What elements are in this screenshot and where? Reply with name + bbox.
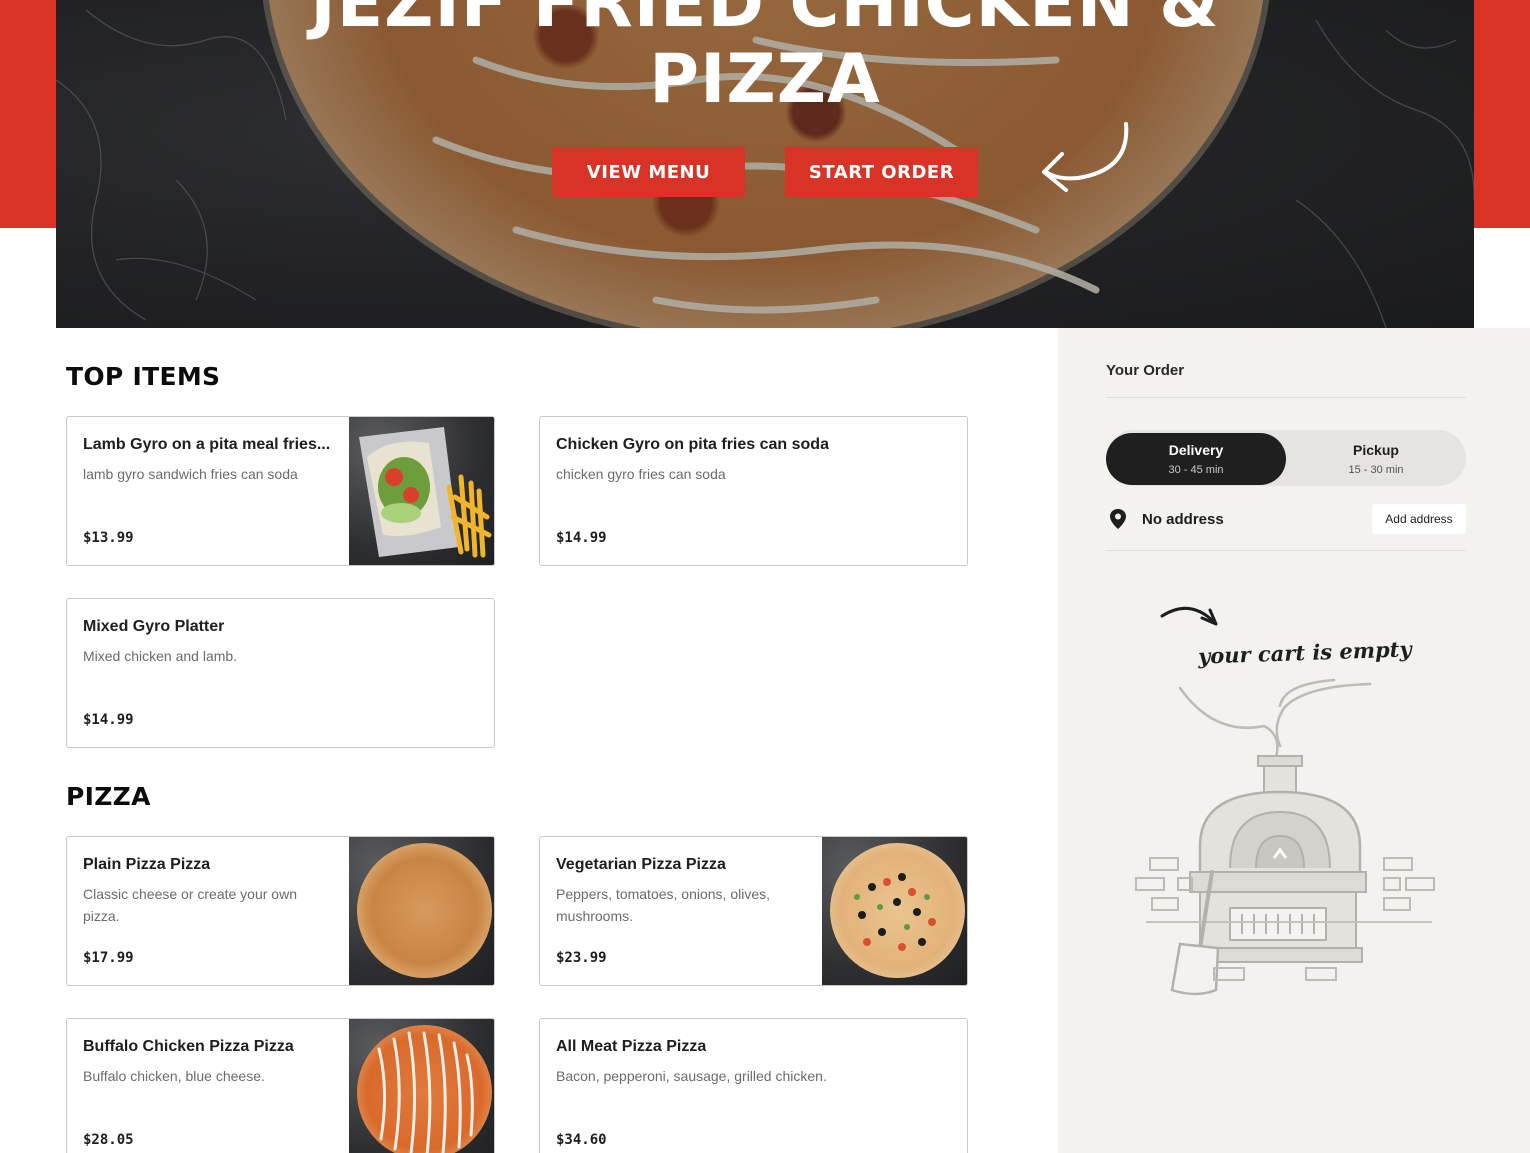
item-name: Buffalo Chicken Pizza Pizza	[83, 1038, 294, 1055]
menu-item-card[interactable]: Vegetarian Pizza Pizza Peppers, tomatoes…	[539, 836, 968, 986]
item-description: lamb gyro sandwich fries can soda	[83, 466, 298, 482]
pickup-time: 15 - 30 min	[1348, 464, 1404, 476]
menu-item-card[interactable]: Mixed Gyro Platter Mixed chicken and lam…	[66, 598, 495, 748]
item-price: $28.05	[83, 1132, 134, 1148]
menu-item-card[interactable]: All Meat Pizza Pizza Bacon, pepperoni, s…	[539, 1018, 968, 1153]
divider	[1106, 550, 1466, 551]
address-text: No address	[1142, 511, 1224, 528]
pickup-option[interactable]: Pickup 15 - 30 min	[1286, 433, 1466, 485]
order-panel: Your Order Delivery 30 - 45 min Pickup 1…	[1058, 328, 1530, 1153]
item-price: $34.60	[556, 1132, 607, 1148]
divider	[1106, 397, 1466, 398]
menu-item-card[interactable]: Lamb Gyro on a pita meal fries... lamb g…	[66, 416, 495, 566]
item-description: Peppers, tomatoes, onions, olives, mushr…	[556, 886, 771, 924]
location-pin-icon	[1110, 509, 1126, 529]
menu-item-card[interactable]: Chicken Gyro on pita fries can soda chic…	[539, 416, 968, 566]
address-row: No address Add address	[1106, 504, 1466, 534]
item-description: Mixed chicken and lamb.	[83, 648, 238, 664]
item-price: $23.99	[556, 950, 607, 966]
pickup-label: Pickup	[1353, 442, 1399, 458]
item-name: Chicken Gyro on pita fries can soda	[556, 436, 829, 453]
menu-item-card[interactable]: Buffalo Chicken Pizza Pizza Buffalo chic…	[66, 1018, 495, 1153]
item-description: Buffalo chicken, blue cheese.	[83, 1068, 265, 1084]
order-title: Your Order	[1106, 362, 1185, 379]
item-image	[822, 837, 967, 985]
delivery-time: 30 - 45 min	[1168, 464, 1224, 476]
item-price: $17.99	[83, 950, 134, 966]
item-image	[349, 837, 494, 985]
item-description: chicken gyro fries can soda	[556, 466, 726, 482]
view-menu-button[interactable]: VIEW MENU	[552, 147, 745, 197]
item-image	[349, 417, 494, 565]
delivery-option[interactable]: Delivery 30 - 45 min	[1106, 433, 1286, 485]
delivery-label: Delivery	[1168, 442, 1224, 458]
item-description: Classic cheese or create your own pizza.	[83, 886, 297, 924]
start-order-button[interactable]: START ORDER	[785, 147, 978, 197]
item-image	[349, 1019, 494, 1153]
hero-title-line2: PIZZA	[649, 40, 881, 119]
add-address-button[interactable]: Add address	[1372, 504, 1466, 534]
item-price: $13.99	[83, 530, 134, 546]
hero-title-line1: JEZIF FRIED CHICKEN &	[310, 0, 1220, 43]
item-name: Plain Pizza Pizza	[83, 856, 211, 873]
hero-banner: JEZIF FRIED CHICKEN & PIZZA VIEW MENU ST…	[56, 0, 1474, 328]
item-name: Mixed Gyro Platter	[83, 618, 225, 635]
item-name: Lamb Gyro on a pita meal fries...	[83, 436, 331, 453]
item-name: Vegetarian Pizza Pizza	[556, 856, 726, 873]
item-name: All Meat Pizza Pizza	[556, 1038, 707, 1055]
item-price: $14.99	[83, 712, 134, 728]
item-description: Bacon, pepperoni, sausage, grilled chick…	[556, 1068, 827, 1084]
fulfillment-toggle: Delivery 30 - 45 min Pickup 15 - 30 min	[1106, 430, 1466, 486]
section-title-top-items: TOP ITEMS	[66, 362, 221, 391]
curved-arrow-icon	[1042, 122, 1129, 192]
section-title-pizza: PIZZA	[66, 782, 151, 811]
menu-item-card[interactable]: Plain Pizza Pizza Classic cheese or crea…	[66, 836, 495, 986]
item-price: $14.99	[556, 530, 607, 546]
